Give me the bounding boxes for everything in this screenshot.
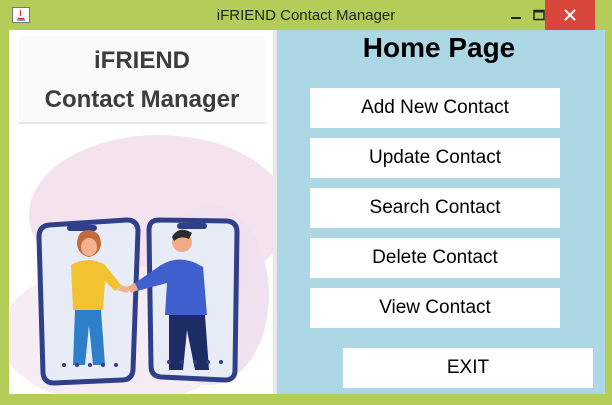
- search-contact-button[interactable]: Search Contact: [310, 188, 560, 228]
- contacts-handshake-illustration: [9, 135, 273, 394]
- add-contact-button[interactable]: Add New Contact: [310, 88, 560, 128]
- view-contact-button[interactable]: View Contact: [310, 288, 560, 328]
- close-icon: [564, 9, 576, 21]
- close-button[interactable]: [545, 0, 595, 30]
- brand-subtitle: Contact Manager: [44, 86, 240, 113]
- minimize-icon: [511, 17, 521, 19]
- content-area: iFRIEND Contact Manager Home Page Add Ne…: [9, 30, 605, 394]
- brand-header: iFRIEND Contact Manager: [19, 36, 265, 124]
- page-heading: Home Page: [362, 32, 516, 63]
- delete-contact-button[interactable]: Delete Contact: [310, 238, 560, 278]
- maximize-icon: [533, 9, 545, 21]
- exit-button[interactable]: EXIT: [343, 348, 593, 388]
- brand-name: iFRIEND: [94, 47, 190, 74]
- app-window: iFRIEND Contact Manager iFRIEND Contact …: [0, 0, 612, 405]
- brand-panel: iFRIEND Contact Manager: [9, 30, 273, 394]
- title-bar[interactable]: iFRIEND Contact Manager: [0, 0, 612, 30]
- panel-divider: [273, 30, 277, 394]
- update-contact-button[interactable]: Update Contact: [310, 138, 560, 178]
